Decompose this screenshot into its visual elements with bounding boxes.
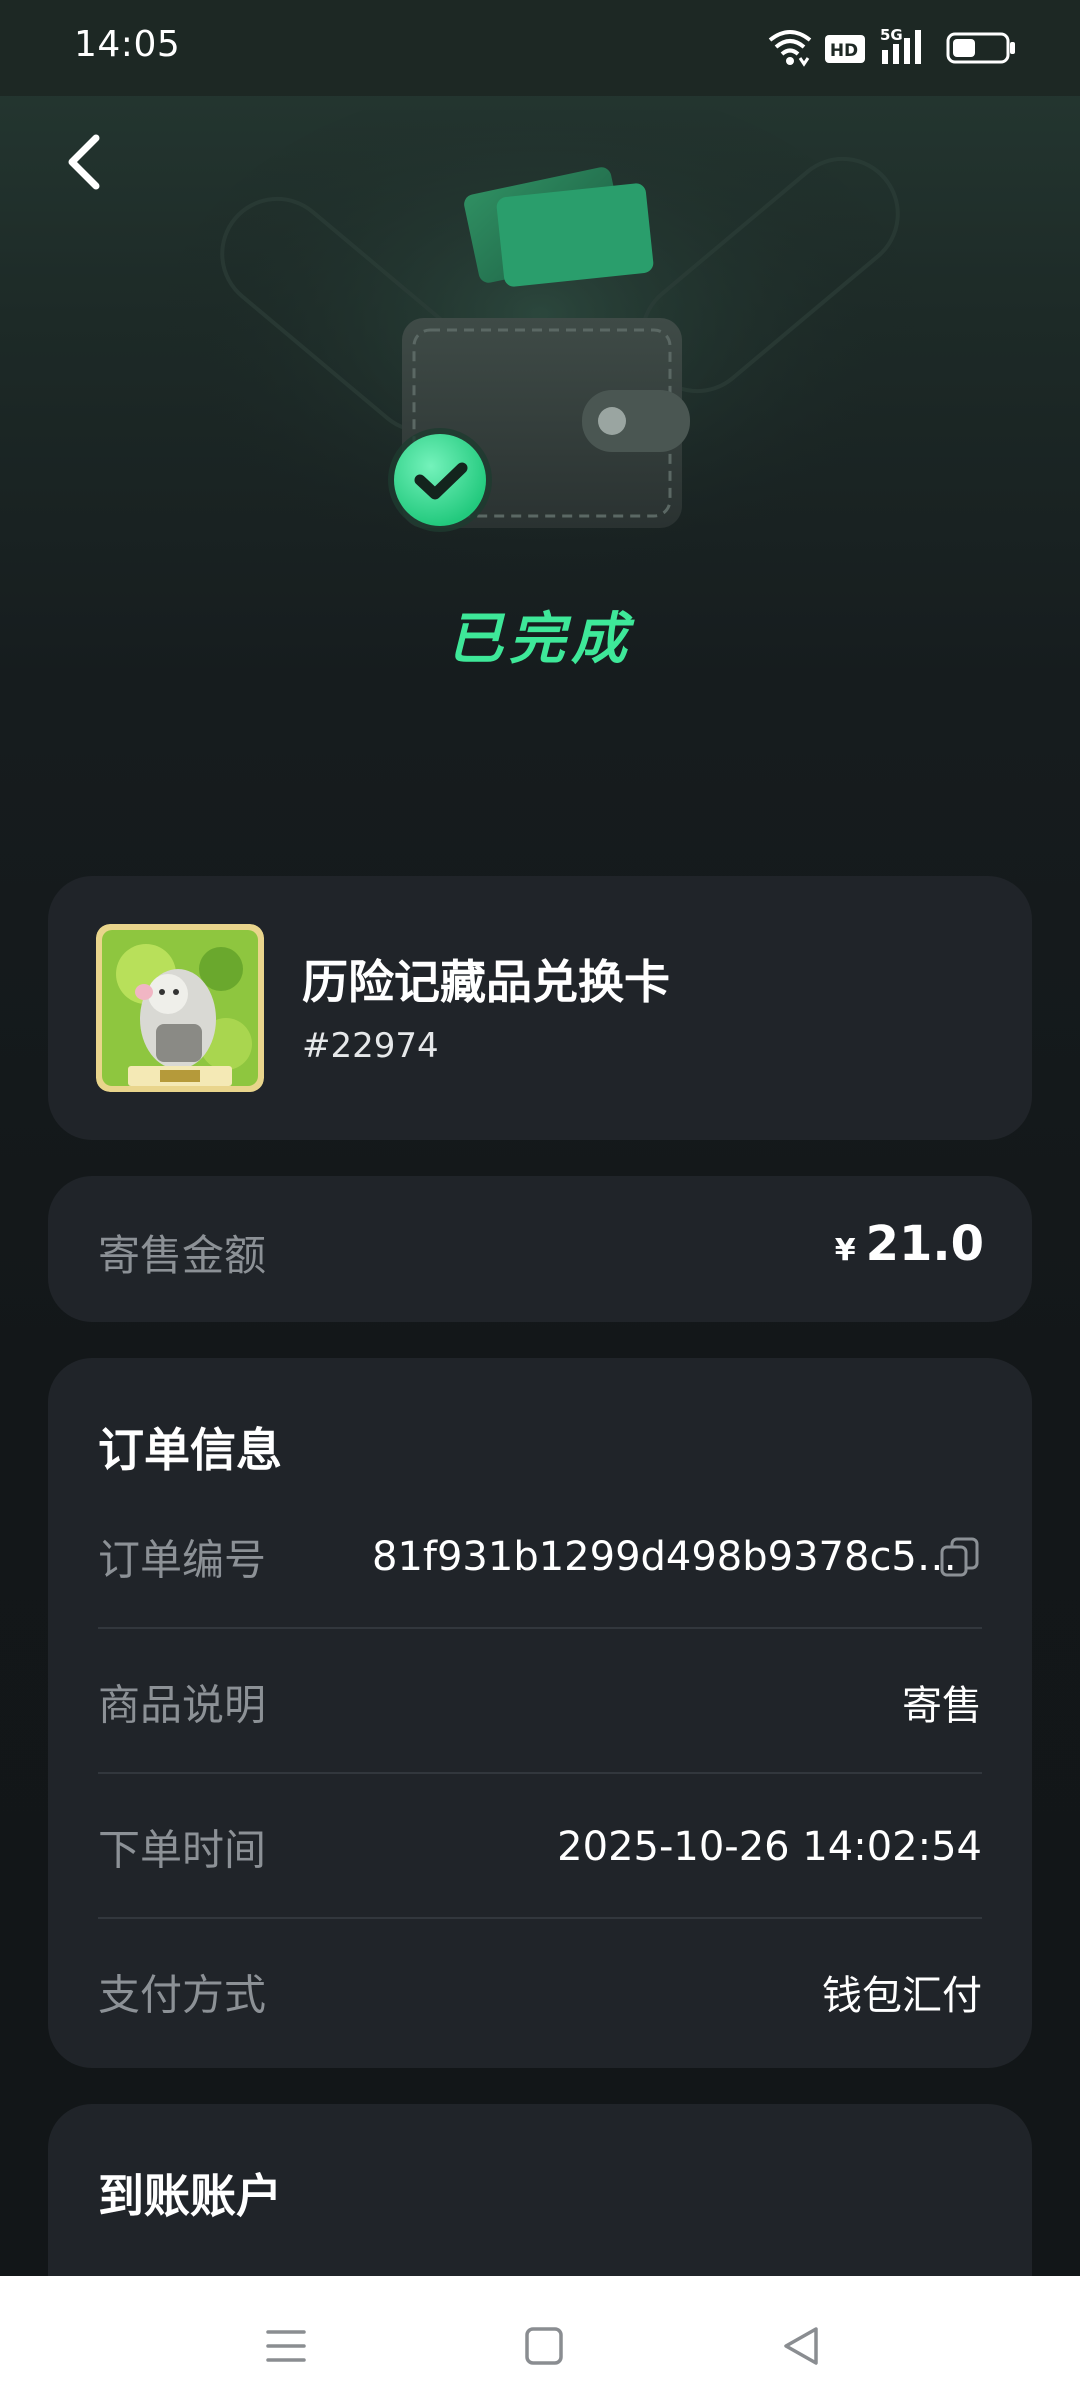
- payment-method-row: 支付方式 钱包汇付: [98, 1919, 982, 2064]
- nav-back-button[interactable]: [772, 2316, 832, 2376]
- status-icons: HD 5G: [766, 26, 1016, 70]
- battery-icon: [946, 32, 1015, 64]
- menu-icon: [266, 2330, 306, 2362]
- amount-number: 21.0: [865, 1216, 984, 1272]
- order-time-row: 下单时间 2025-10-26 14:02:54: [98, 1774, 982, 1919]
- order-info-card: 订单信息 订单编号 81f931b1299d498b9378c5c... 商品说…: [48, 1358, 1032, 2068]
- product-description-value: 寄售: [902, 1682, 982, 1729]
- receiving-account-title: 到账账户: [98, 2169, 282, 2223]
- order-number-label: 订单编号: [98, 1535, 267, 1584]
- svg-text:5G: 5G: [880, 26, 903, 44]
- order-time-value: 2025-10-26 14:02:54: [557, 1823, 982, 1870]
- back-triangle-icon: [784, 2327, 818, 2365]
- status-bar: 14:05 HD 5G: [0, 0, 1080, 96]
- amount-label: 寄售金额: [98, 1231, 267, 1280]
- svg-text:HD: HD: [830, 41, 858, 61]
- system-navigation-bar: [0, 2276, 1080, 2408]
- order-status-title: 已完成: [447, 607, 633, 672]
- order-time-label: 下单时间: [98, 1825, 267, 1874]
- signal-icon: 5G: [880, 26, 921, 64]
- order-number-row: 订单编号 81f931b1299d498b9378c5c...: [98, 1484, 982, 1629]
- product-id: #22974: [302, 1026, 439, 1066]
- product-description-label: 商品说明: [98, 1680, 267, 1729]
- nav-menu-button[interactable]: [256, 2316, 316, 2376]
- consignment-amount-card: 寄售金额 ¥ 21.0: [48, 1176, 1032, 1322]
- copy-icon[interactable]: [938, 1535, 982, 1579]
- product-thumbnail: [96, 924, 264, 1092]
- currency-symbol: ¥: [834, 1233, 856, 1268]
- product-name: 历险记藏品兑换卡: [302, 955, 670, 1009]
- wifi-icon: [768, 30, 812, 67]
- order-number-value: 81f931b1299d498b9378c5c...: [372, 1533, 958, 1580]
- order-info-title: 订单信息: [98, 1423, 282, 1477]
- status-time: 14:05: [74, 24, 181, 65]
- payment-method-value: 钱包汇付: [822, 1972, 982, 2019]
- home-square-icon: [525, 2327, 563, 2365]
- wallet-illustration: [160, 80, 920, 600]
- product-description-row: 商品说明 寄售: [98, 1629, 982, 1774]
- product-card[interactable]: 历险记藏品兑换卡 #22974: [48, 876, 1032, 1140]
- hd-icon: HD: [825, 35, 865, 63]
- amount-value: ¥ 21.0: [835, 1216, 984, 1272]
- payment-method-label: 支付方式: [98, 1970, 267, 2019]
- nav-home-button[interactable]: [514, 2316, 574, 2376]
